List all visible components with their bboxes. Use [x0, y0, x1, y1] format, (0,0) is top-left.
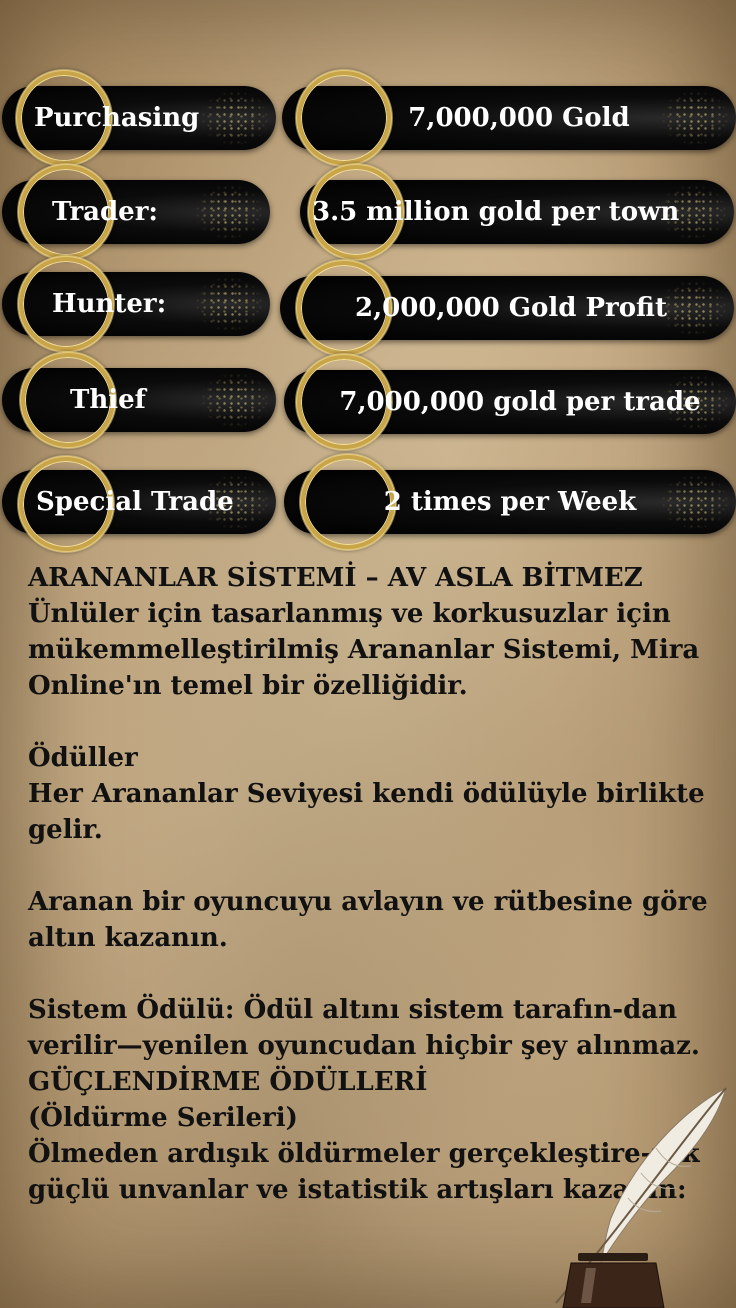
article-intro: Ünlüler için tasarlanmış ve korkusuzlar …	[28, 599, 709, 701]
row-label: Purchasing	[34, 103, 200, 133]
sparkle-decoration	[658, 280, 728, 336]
sparkle-decoration	[200, 372, 270, 428]
article-heading: ARANANLAR SİSTEMİ – AV ASLA BİTMEZ	[28, 563, 643, 593]
sparkle-decoration	[660, 90, 730, 146]
quill-inkwell-icon	[555, 1087, 727, 1308]
rewards-text: Her Arananlar Seviyesi kendi ödülüyle bi…	[28, 779, 714, 845]
sparkle-decoration	[660, 474, 730, 530]
row-value: 3.5 million gold per town	[312, 197, 680, 227]
row-value: 7,000,000 gold per trade	[339, 387, 701, 417]
row-label: Trader:	[52, 197, 159, 227]
row-value: 2,000,000 Gold Profit	[355, 293, 667, 323]
row-value: 2 times per Week	[383, 487, 637, 517]
gold-ring-icon	[295, 69, 393, 167]
sparkle-decoration	[200, 90, 270, 146]
gold-ring-icon	[299, 453, 397, 551]
row-label: Hunter:	[52, 289, 167, 319]
rewards-title: Ödüller	[28, 743, 138, 773]
streak-title: (Öldürme Serileri)	[28, 1103, 298, 1133]
hunt-text: Aranan bir oyuncuyu avlayın ve rütbesine…	[28, 887, 717, 953]
row-label: Special Trade	[36, 487, 234, 517]
sparkle-decoration	[194, 276, 264, 332]
row-label: Thief	[70, 385, 146, 415]
row-value: 7,000,000 Gold	[408, 103, 630, 133]
sparkle-decoration	[194, 184, 264, 240]
